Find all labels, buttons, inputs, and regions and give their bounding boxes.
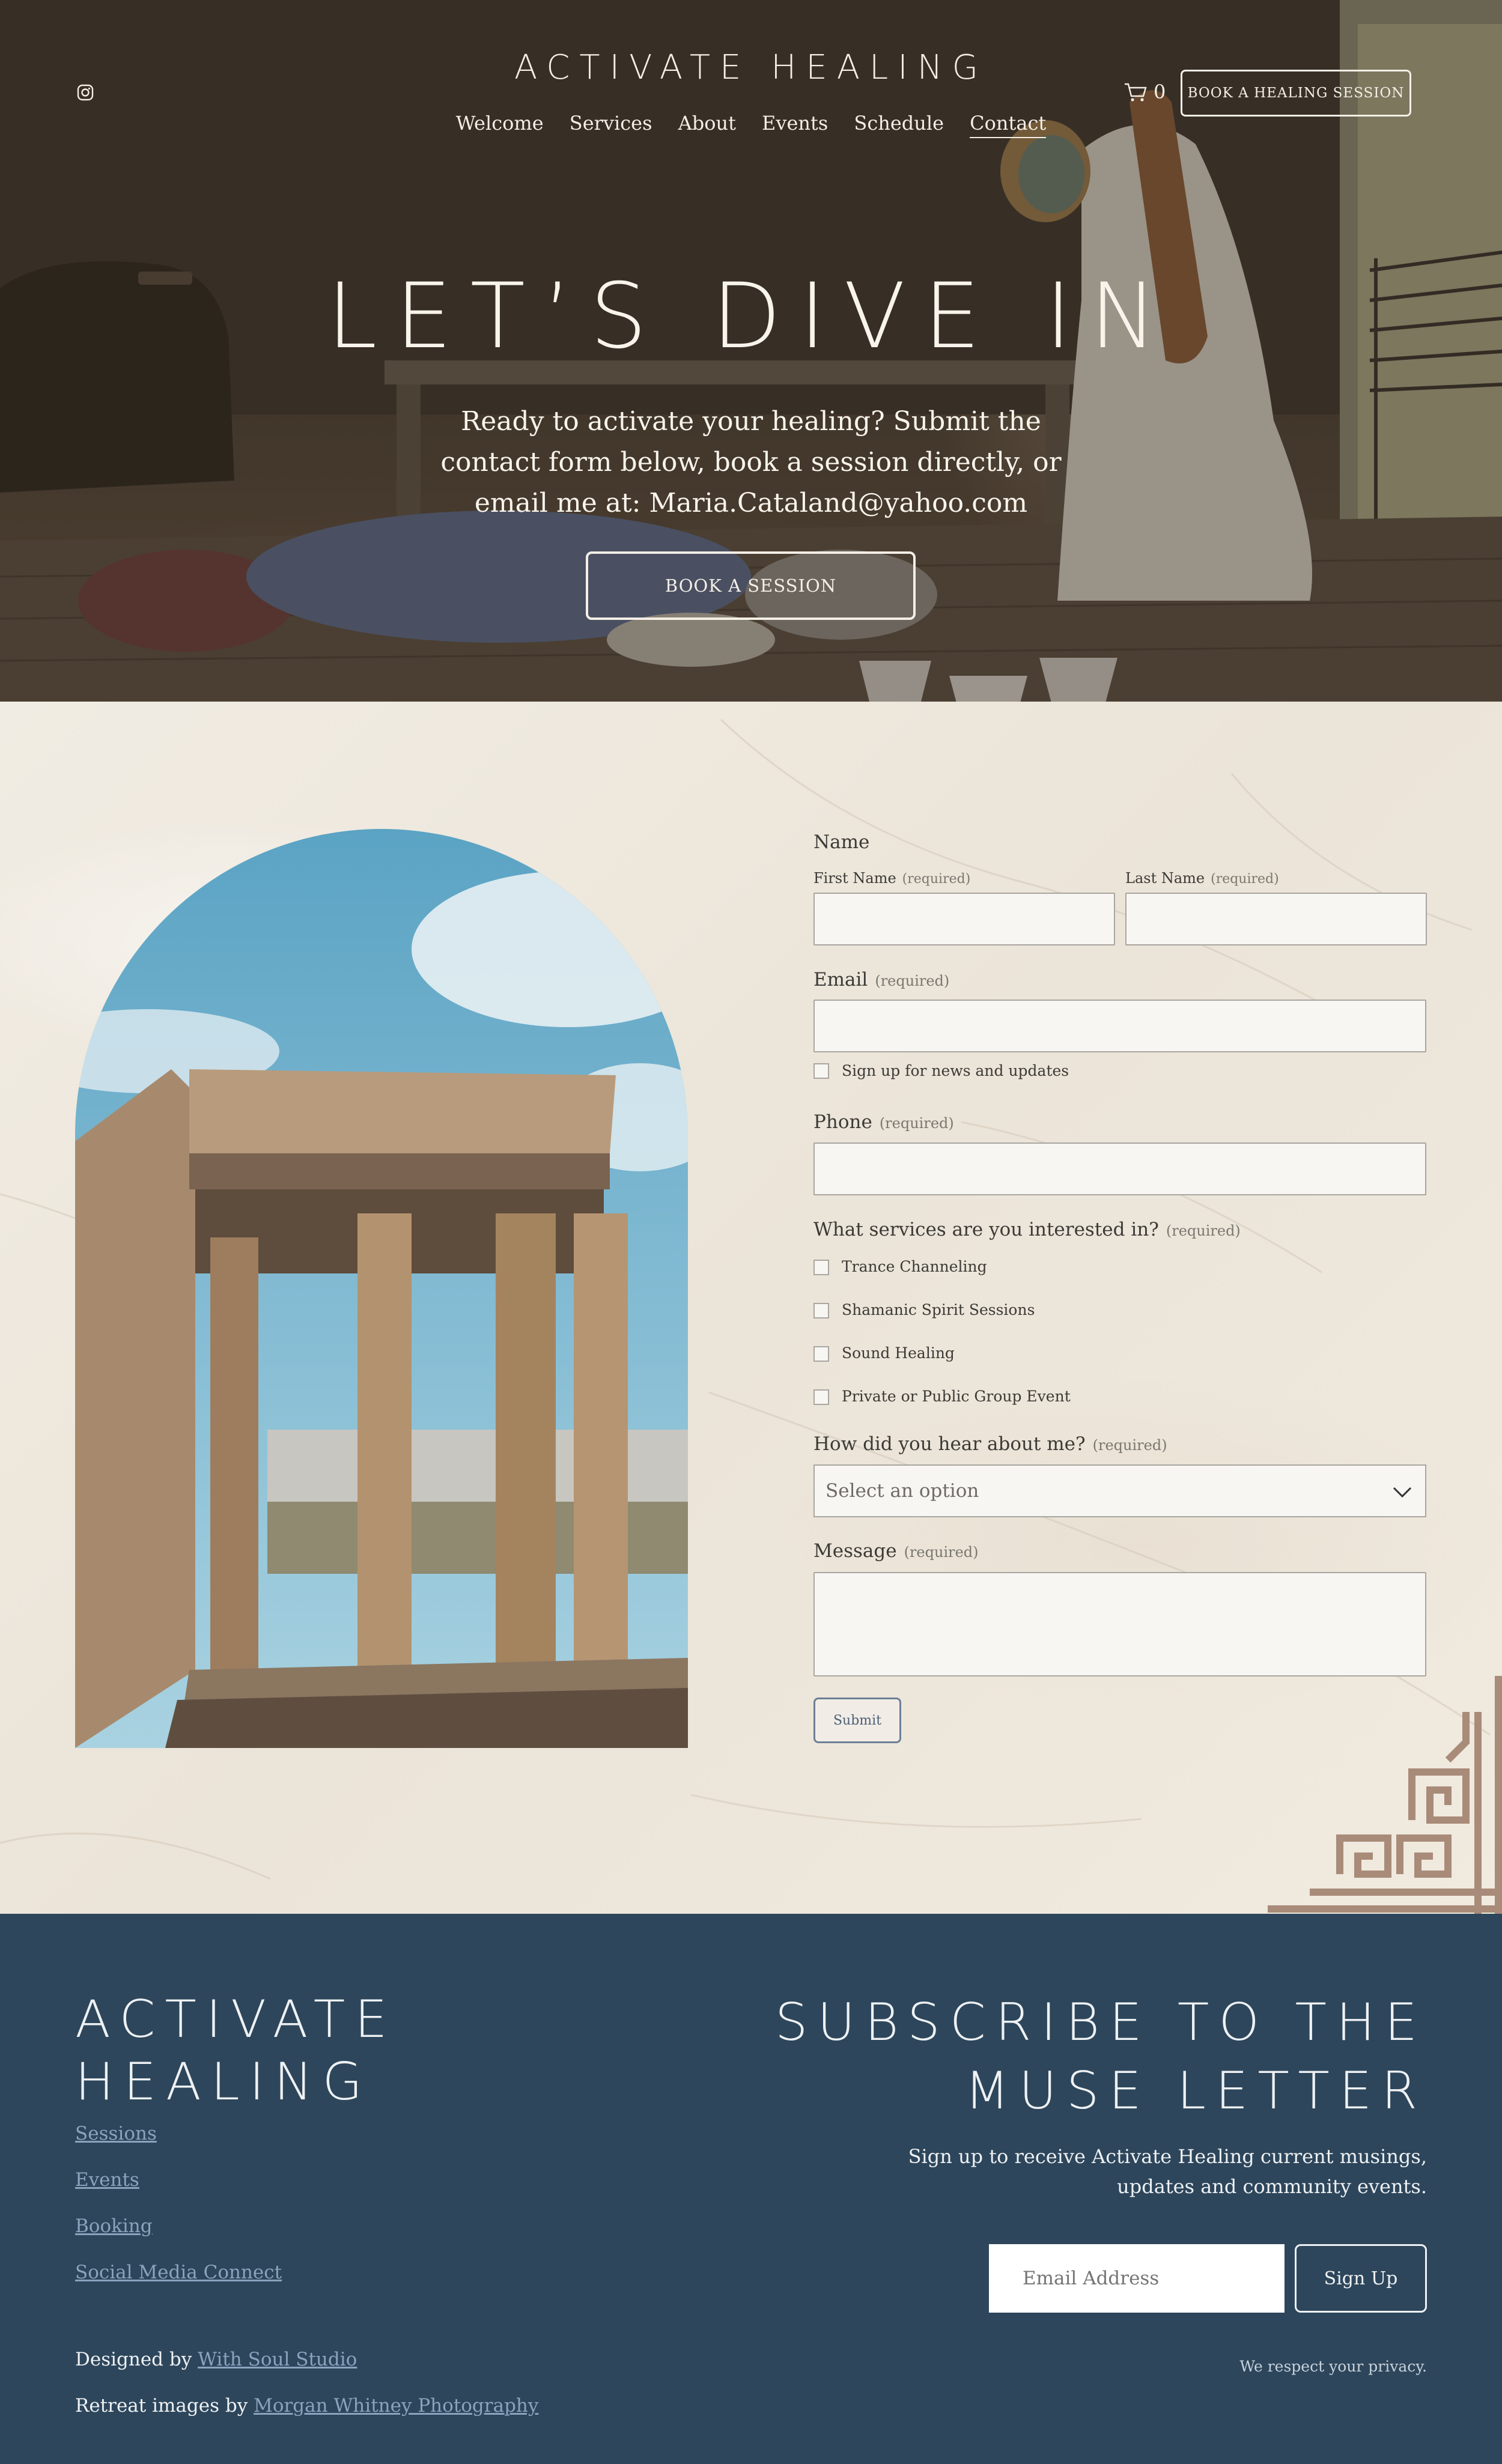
nav-contact[interactable]: Contact	[970, 112, 1047, 138]
footer-link-events[interactable]: Events	[75, 2169, 139, 2191]
first-name-label: First Name (required)	[813, 870, 971, 887]
email-field[interactable]	[813, 1000, 1426, 1052]
first-name-field[interactable]	[813, 893, 1115, 945]
name-label: Name	[813, 831, 870, 853]
services-label: What services are you interested in? (req…	[813, 1219, 1241, 1240]
newsletter-checkbox[interactable]	[813, 1063, 829, 1079]
nav-welcome[interactable]: Welcome	[456, 112, 544, 135]
nav-schedule[interactable]: Schedule	[854, 112, 944, 135]
email-label: Email (required)	[813, 969, 950, 991]
service-label-sound: Sound Healing	[842, 1344, 955, 1362]
chevron-down-icon	[1393, 1487, 1412, 1498]
newsletter-label: Sign up for news and updates	[842, 1062, 1069, 1079]
service-label-group: Private or Public Group Event	[842, 1388, 1071, 1405]
message-field[interactable]	[813, 1572, 1426, 1677]
service-checkbox-group[interactable]	[813, 1389, 829, 1405]
nav-about[interactable]: About	[678, 112, 736, 135]
designer-credit: Designed by With Soul Studio	[75, 2349, 357, 2370]
last-name-label: Last Name (required)	[1125, 870, 1279, 887]
subscribe-heading: SUBSCRIBE TO THE MUSE LETTER	[774, 1992, 1427, 2121]
last-name-field[interactable]	[1125, 893, 1427, 945]
service-checkbox-shamanic[interactable]	[813, 1303, 829, 1318]
message-label: Message (required)	[813, 1540, 979, 1562]
privacy-note: We respect your privacy.	[1239, 2358, 1427, 2375]
footer-brand: ACTIVATE HEALING	[75, 1989, 397, 2112]
designer-link[interactable]: With Soul Studio	[198, 2349, 357, 2370]
cart-count: 0	[1154, 80, 1166, 103]
book-session-button[interactable]: BOOK A SESSION	[586, 551, 916, 620]
nav-services[interactable]: Services	[570, 112, 652, 135]
footer-link-social[interactable]: Social Media Connect	[75, 2262, 282, 2283]
hero-title: LET’S DIVE IN	[327, 264, 1175, 369]
service-label-shamanic: Shamanic Spirit Sessions	[842, 1301, 1035, 1318]
service-checkbox-trance[interactable]	[813, 1260, 829, 1275]
hear-about-select[interactable]: Select an option	[813, 1464, 1426, 1517]
footer-link-sessions[interactable]: Sessions	[75, 2123, 157, 2144]
footer-link-booking[interactable]: Booking	[75, 2215, 153, 2237]
phone-label: Phone (required)	[813, 1111, 954, 1133]
cart-icon	[1125, 83, 1147, 102]
service-checkbox-sound[interactable]	[813, 1346, 829, 1362]
phone-field[interactable]	[813, 1142, 1426, 1195]
hero-text: Ready to activate your healing? Submit t…	[440, 406, 1062, 518]
service-label-trance: Trance Channeling	[842, 1258, 987, 1275]
images-credit: Retreat images by Morgan Whitney Photogr…	[75, 2395, 539, 2417]
select-placeholder: Select an option	[825, 1480, 979, 1502]
nav-events[interactable]: Events	[762, 112, 828, 135]
temple-photo	[75, 829, 688, 1748]
book-healing-session-button[interactable]: BOOK A HEALING SESSION	[1181, 70, 1411, 117]
cart-button[interactable]: 0	[1123, 80, 1166, 103]
hear-label: How did you hear about me? (required)	[813, 1433, 1167, 1455]
newsletter-email-input[interactable]	[989, 2244, 1285, 2313]
subscribe-text: Sign up to receive Activate Healing curr…	[908, 2145, 1427, 2198]
greek-key-ornament	[1268, 1676, 1502, 1914]
submit-button[interactable]: Submit	[813, 1698, 901, 1743]
sign-up-button[interactable]: Sign Up	[1295, 2244, 1427, 2313]
photographer-link[interactable]: Morgan Whitney Photography	[254, 2395, 538, 2417]
